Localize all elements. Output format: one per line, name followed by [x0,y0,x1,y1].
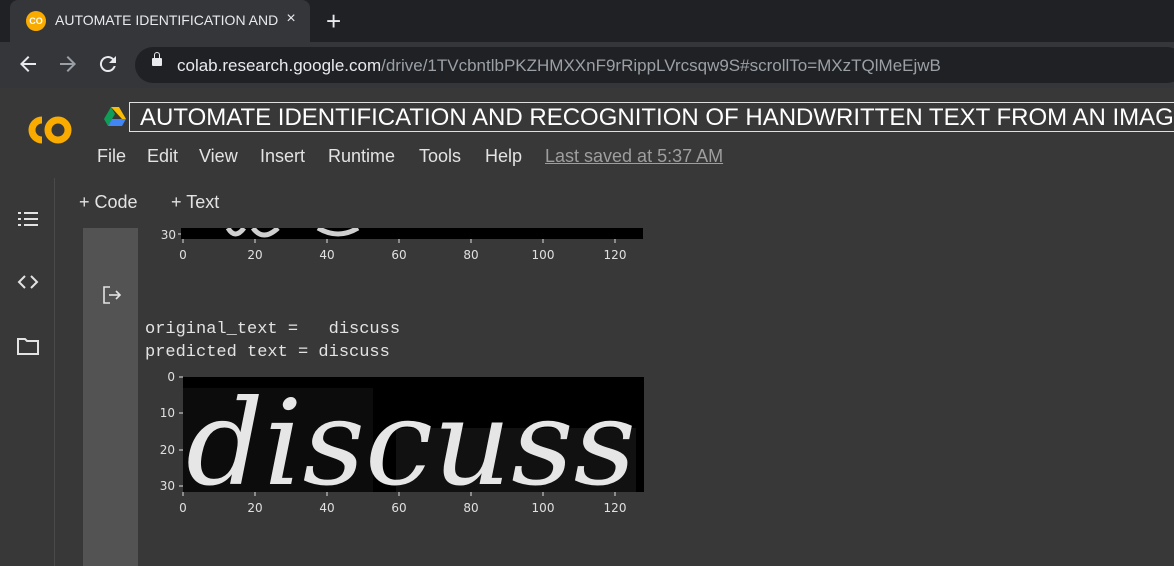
new-tab-button[interactable]: + [326,6,341,37]
handwriting-image-plot: discuss 0 10 20 30 0 20 40 60 80 100 120 [160,370,644,515]
notebook-title-text: AUTOMATE IDENTIFICATION AND RECOGNITION … [140,104,1174,131]
y-tick-0: 0 [167,370,175,384]
forward-arrow-icon[interactable] [56,52,80,76]
x-tick-20: 20 [247,501,262,515]
add-text-cell-button[interactable]: + Text [171,192,219,213]
cell-gutter [83,228,138,566]
url-text: colab.research.google.com/drive/1TVcbntl… [177,56,941,76]
browser-toolbar: colab.research.google.com/drive/1TVcbntl… [0,42,1174,88]
add-code-cell-button[interactable]: + Code [79,192,138,213]
x-tick-60: 60 [391,501,406,515]
x-tick-120: 120 [604,501,627,515]
back-arrow-icon[interactable] [16,52,40,76]
reload-icon[interactable] [96,52,120,76]
output-actions-icon[interactable] [101,284,123,306]
menu-runtime[interactable]: Runtime [328,146,395,167]
menu-insert[interactable]: Insert [260,146,305,167]
prev-x-ticks: 0 20 40 60 80 100 120 [179,239,626,262]
google-drive-icon[interactable] [104,106,126,126]
original-text-line: original_text = discuss [145,320,401,339]
x-tick-40: 40 [319,501,334,515]
prev-x-tick-80: 80 [463,248,478,262]
prev-x-tick-20: 20 [247,248,262,262]
previous-plot-tail: 30 0 20 40 60 80 100 120 [161,228,643,262]
menu-file[interactable]: File [97,146,126,167]
x-tick-80: 80 [463,501,478,515]
y-axis: 0 10 20 30 [160,370,183,493]
handwritten-word-image: discuss [186,374,636,512]
notebook-title-input[interactable]: AUTOMATE IDENTIFICATION AND RECOGNITION … [129,102,1174,132]
prev-x-tick-60: 60 [391,248,406,262]
colab-header: AUTOMATE IDENTIFICATION AND RECOGNITION … [0,88,1174,179]
insert-cell-toolbar: + Code + Text [55,178,1174,229]
browser-tab[interactable]: CO AUTOMATE IDENTIFICATION AND RECOGNITI… [10,0,310,42]
code-snippets-icon[interactable] [15,269,41,295]
menu-tools[interactable]: Tools [419,146,461,167]
tab-close-icon[interactable]: × [282,10,300,28]
tab-title: AUTOMATE IDENTIFICATION AND RECOGNITION … [55,12,280,28]
lock-icon[interactable] [152,52,162,66]
menu-edit[interactable]: Edit [147,146,178,167]
notebook-area[interactable]: 30 0 20 40 60 80 100 120 original_text =… [55,228,1174,566]
address-bar[interactable]: colab.research.google.com/drive/1TVcbntl… [135,47,1174,83]
table-of-contents-icon[interactable] [15,206,41,232]
prev-x-tick-0: 0 [179,248,187,262]
menu-help[interactable]: Help [485,146,522,167]
url-path: /drive/1TVcbntlbPKZHMXXnF9rRippLVrcsqw9S… [381,56,941,75]
y-tick-30: 30 [160,479,175,493]
colab-logo-icon[interactable] [20,110,76,150]
colab-favicon-icon: CO [26,11,46,31]
x-tick-100: 100 [532,501,555,515]
prev-x-tick-40: 40 [319,248,334,262]
last-saved-link[interactable]: Last saved at 5:37 AM [545,146,723,167]
prev-y-tick: 30 [161,228,176,242]
left-sidebar [0,178,55,566]
prev-x-tick-120: 120 [604,248,627,262]
prev-x-tick-100: 100 [532,248,555,262]
files-folder-icon[interactable] [15,333,41,359]
x-tick-0: 0 [179,501,187,515]
y-tick-20: 20 [160,443,175,457]
url-host: colab.research.google.com [177,56,382,75]
cell-output: 30 0 20 40 60 80 100 120 original_text =… [138,228,1174,566]
predicted-text-line: predicted text = discuss [145,343,390,362]
browser-tab-strip: CO AUTOMATE IDENTIFICATION AND RECOGNITI… [0,0,1174,42]
y-tick-10: 10 [160,406,175,420]
menu-view[interactable]: View [199,146,238,167]
